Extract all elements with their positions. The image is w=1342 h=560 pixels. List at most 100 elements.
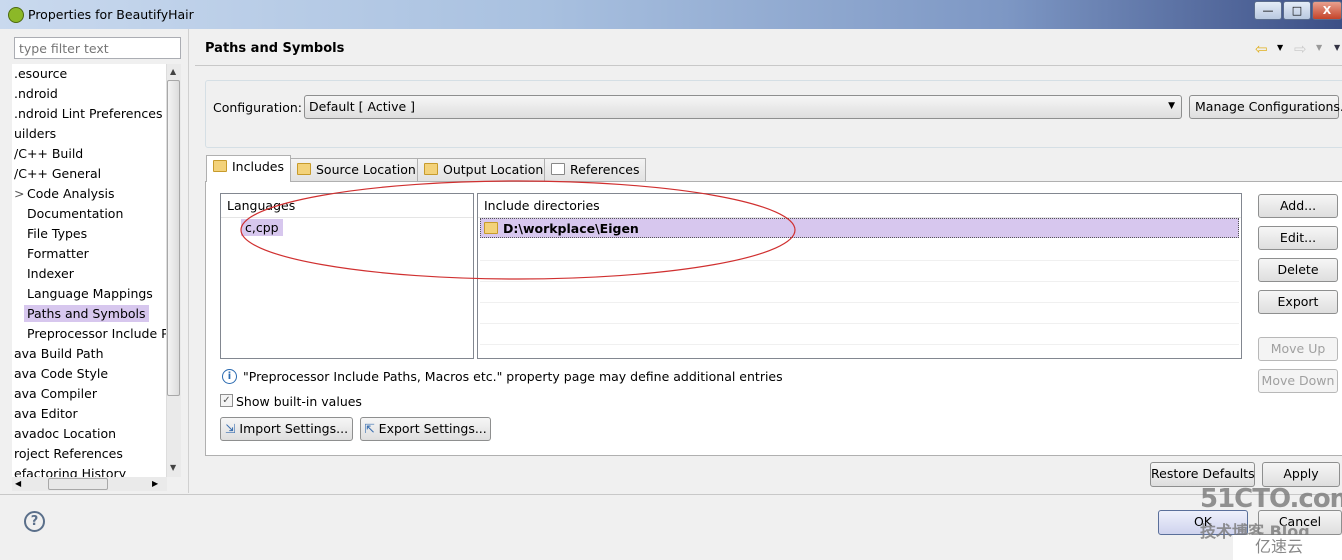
watermark-51cto: 51CTO.com [1200, 484, 1342, 514]
forward-arrow-icon: ⇨ [1294, 40, 1307, 58]
tab-output-location[interactable]: Output Location [417, 158, 551, 181]
app-icon [8, 7, 24, 23]
tree-item-label: roject References [14, 446, 123, 461]
tree-hscroll-thumb[interactable] [48, 478, 108, 490]
help-icon[interactable]: ? [24, 511, 45, 532]
scroll-up-icon[interactable]: ▲ [170, 67, 176, 76]
tab-source-location[interactable]: Source Location [290, 158, 423, 181]
tree-item[interactable]: Preprocessor Include Paths [27, 326, 167, 341]
tree-item[interactable]: ava Compiler [14, 386, 97, 401]
tree-item[interactable]: Documentation [27, 206, 123, 221]
source-folder-icon [297, 163, 311, 175]
tree-item-label: /C++ General [14, 166, 102, 181]
manage-configurations-button[interactable]: Manage Configurations... [1189, 95, 1342, 119]
tree-item[interactable]: Formatter [27, 246, 89, 261]
header-divider [195, 65, 1342, 66]
scroll-down-icon[interactable]: ▼ [170, 463, 176, 472]
tree-item-label: avadoc Location [14, 426, 117, 441]
tab-includes[interactable]: Includes [206, 155, 292, 182]
tree-item-label: .ndroid [14, 86, 58, 101]
edit-button[interactable]: Edit... [1258, 226, 1338, 250]
window-title: Properties for BeautifyHair [28, 7, 194, 22]
configuration-select[interactable]: Default [ Active ] ▼ [304, 95, 1182, 119]
tree-item[interactable]: > Code Analysis [14, 186, 115, 201]
export-settings-button[interactable]: ⇱ Export Settings... [360, 417, 491, 441]
scroll-right-icon[interactable]: ▶ [152, 479, 158, 488]
property-tree: .esource .ndroid .ndroid Lint Preferences u… [12, 64, 167, 477]
tree-item-label: File Types [27, 226, 88, 241]
export-icon: ⇱ [364, 421, 379, 436]
title-bar [0, 0, 1342, 29]
tree-item[interactable]: efactoring History [14, 466, 126, 477]
tree-item[interactable]: ava Editor [14, 406, 78, 421]
include-directory-item[interactable]: D:\workplace\Eigen [480, 218, 1239, 238]
tree-item[interactable]: .ndroid [14, 86, 58, 101]
move-down-button[interactable]: Move Down [1258, 369, 1338, 393]
tree-item-label: efactoring History [14, 466, 127, 477]
show-builtin-checkbox[interactable]: ✓ [220, 394, 233, 407]
tree-item-label: ava Editor [14, 406, 78, 421]
tab-references[interactable]: References [544, 158, 647, 181]
expand-icon[interactable]: > [14, 186, 24, 201]
import-icon: ⇲ [224, 421, 240, 436]
tree-item[interactable]: uilders [14, 126, 56, 141]
import-settings-button[interactable]: ⇲ Import Settings... [220, 417, 353, 441]
delete-button[interactable]: Delete [1258, 258, 1338, 282]
tree-item-label: .ndroid Lint Preferences [14, 106, 163, 121]
splitter[interactable] [188, 29, 189, 493]
bottom-divider [0, 494, 1342, 495]
tree-item-label: Language Mappings [27, 286, 153, 301]
tree-item[interactable]: File Types [27, 226, 87, 241]
tree-item[interactable]: /C++ Build [14, 146, 83, 161]
include-directories-header: Include directories [478, 194, 1241, 218]
language-item[interactable]: c,cpp [241, 219, 283, 236]
tree-item[interactable]: /C++ General [14, 166, 101, 181]
scroll-left-icon[interactable]: ◀ [15, 479, 21, 488]
maximize-button[interactable]: □ [1283, 1, 1311, 20]
tree-item[interactable]: .esource [14, 66, 67, 81]
chevron-down-icon: ▼ [1168, 101, 1175, 111]
tree-item[interactable]: Language Mappings [27, 286, 153, 301]
tree-item-label: .esource [14, 66, 68, 81]
configuration-label: Configuration: [213, 100, 302, 115]
show-builtin-label: Show built-in values [236, 394, 362, 409]
add-button[interactable]: Add... [1258, 194, 1338, 218]
tree-item[interactable]: roject References [14, 446, 123, 461]
watermark-yisuyun: 亿速云 [1233, 535, 1342, 560]
tree-item[interactable]: Indexer [27, 266, 74, 281]
view-menu-icon[interactable]: ▼ [1334, 43, 1340, 52]
tree-item-label: Indexer [27, 266, 74, 281]
includes-folder-icon [213, 160, 227, 172]
tree-item-label: Formatter [27, 246, 89, 261]
tree-item-label: ava Build Path [14, 346, 104, 361]
languages-list[interactable]: Languages c,cpp [220, 193, 474, 359]
move-up-button[interactable]: Move Up [1258, 337, 1338, 361]
references-icon [551, 163, 565, 175]
tree-item-label: /C++ Build [14, 146, 84, 161]
configuration-value: Default [ Active ] [309, 99, 416, 114]
languages-header: Languages [221, 194, 473, 218]
tree-item[interactable]: ava Code Style [14, 366, 108, 381]
forward-menu-icon: ▼ [1316, 43, 1323, 52]
page-title: Paths and Symbols [205, 41, 345, 56]
back-menu-icon[interactable]: ▼ [1277, 43, 1283, 52]
tree-scroll-thumb[interactable] [167, 80, 180, 396]
export-button[interactable]: Export [1258, 290, 1338, 314]
tree-item[interactable]: .ndroid Lint Preferences [14, 106, 162, 121]
back-arrow-icon[interactable]: ⇦ [1255, 40, 1268, 58]
tree-item[interactable]: Paths and Symbols [24, 305, 149, 322]
minimize-button[interactable]: — [1254, 1, 1282, 20]
output-folder-icon [424, 163, 438, 175]
tree-item-label: Code Analysis [27, 186, 115, 201]
include-directories-list[interactable]: Include directories D:\workplace\Eigen [477, 193, 1242, 359]
filter-input[interactable] [14, 37, 181, 59]
tree-item[interactable]: ava Build Path [14, 346, 104, 361]
close-button[interactable]: X [1312, 1, 1342, 20]
include-folder-icon [484, 222, 498, 234]
info-text: "Preprocessor Include Paths, Macros etc.… [243, 369, 783, 384]
tree-item-label: Paths and Symbols [24, 305, 149, 322]
tree-item-label: ava Code Style [14, 366, 109, 381]
info-icon: i [222, 369, 237, 384]
tree-item-label: Preprocessor Include Paths [27, 326, 167, 341]
tree-item[interactable]: avadoc Location [14, 426, 116, 441]
